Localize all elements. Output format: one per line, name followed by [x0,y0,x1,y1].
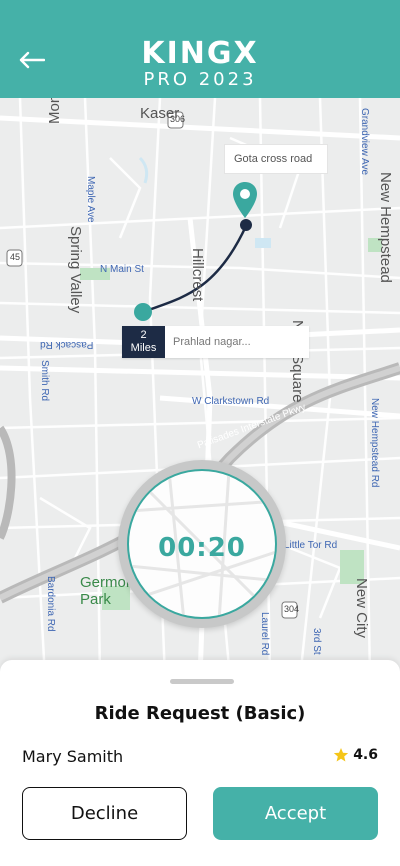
ride-request-sheet: Ride Request (Basic) Mary Samith 4.6 Dec… [0,660,400,866]
map-label-bardonia-rd: Bardonia Rd [45,576,56,632]
map-label-n-main-st: N Main St [100,264,144,275]
map-label-monsey: Monsey [46,98,63,124]
ride-request-title: Ride Request (Basic) [94,703,306,724]
route-45-shield: 45 [10,252,21,262]
map-pin-icon[interactable] [233,182,257,218]
app-header: KINGX PRO 2023 [0,0,400,98]
route-304-shield: 304 [284,604,300,614]
map-label-hillcrest: Hillcrest [189,248,206,302]
map-label-new-city: New City [353,578,370,639]
map-label-pascack-rd: Pascack Rd [40,339,94,350]
timer-face: 00:20 [127,469,277,619]
destination-name: Gota cross road [234,153,313,165]
accept-button[interactable]: Accept [213,787,378,840]
brand-title: KINGX [141,36,259,71]
origin-name: Prahlad nagar... [165,326,309,358]
distance-value: 2 [140,329,147,341]
star-icon [334,748,349,762]
route-306-shield: 306 [170,114,186,124]
rider-rating: 4.6 [333,747,378,763]
map-label-new-hempstead-rd: New Hempstead Rd [369,398,380,488]
destination-tooltip: Gota cross road [224,144,328,174]
map-label-new-hempstead: New Hempstead [377,172,394,283]
brand-logo: KINGX PRO 2023 [0,38,400,90]
map-label-3rd-st: 3rd St [311,628,322,655]
map-label-spring-valley: Spring Valley [67,226,84,314]
countdown-timer: 00:20 [118,460,286,628]
map-label-maple-ave: Maple Ave [85,176,96,223]
map-label-smith-rd: Smith Rd [39,360,50,402]
map-label-little-tor-rd: Little Tor Rd [284,540,338,551]
drag-handle[interactable] [170,679,234,684]
decline-button[interactable]: Decline [22,787,187,840]
map-label-w-clarkstown-rd: W Clarkstown Rd [192,396,270,407]
rating-value: 4.6 [353,747,378,763]
distance-unit: Miles [130,342,157,354]
map-view[interactable]: Monsey Kaser Maple Ave Spring Valley N M… [0,98,400,678]
distance-badge: 2 Miles [122,326,165,358]
map-label-grandview-ave: Grandview Ave [359,108,370,176]
timer-value: 00:20 [158,533,246,563]
origin-label: 2 Miles Prahlad nagar... [122,326,309,358]
brand-subtitle: PRO 2023 [143,69,257,90]
rider-name: Mary Samith [22,747,124,766]
